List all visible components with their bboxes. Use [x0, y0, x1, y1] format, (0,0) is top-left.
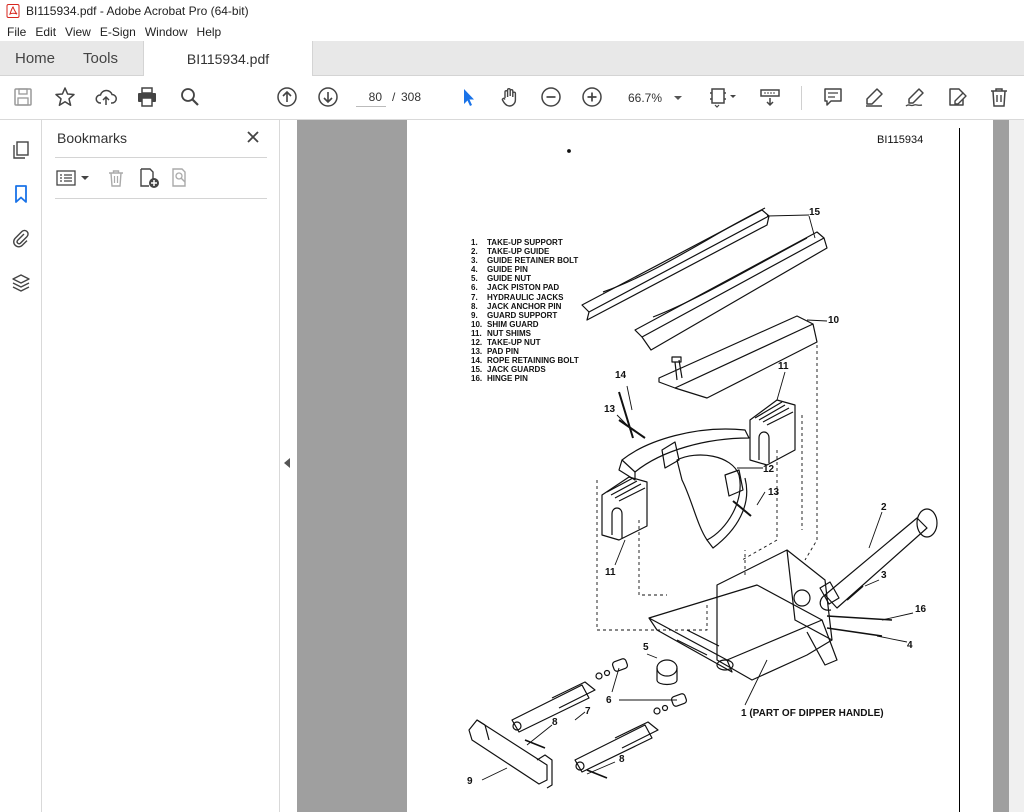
- collapse-arrow-icon: [284, 458, 290, 468]
- callout-7: 7: [585, 706, 591, 717]
- bookmark-options-button[interactable]: [56, 166, 90, 190]
- callout-12: 12: [763, 464, 775, 475]
- edit-pdf-icon[interactable]: [945, 85, 969, 109]
- menu-window[interactable]: Window: [145, 25, 188, 39]
- page-border-line: [959, 128, 960, 812]
- delete-bookmark-icon[interactable]: [106, 166, 126, 190]
- bookmarks-panel: Bookmarks: [42, 120, 280, 812]
- new-bookmark-icon[interactable]: [138, 166, 160, 190]
- tab-tools[interactable]: Tools: [83, 41, 118, 76]
- bookmark-properties-icon[interactable]: [170, 166, 192, 190]
- tab-document[interactable]: BI115934.pdf: [143, 41, 313, 77]
- layers-icon[interactable]: [10, 272, 32, 294]
- hydraulic-jacks-drawing: [511, 681, 659, 773]
- save-icon[interactable]: [11, 85, 35, 109]
- guard-support-drawing: [468, 719, 553, 789]
- bookmarks-panel-title: Bookmarks: [57, 130, 128, 146]
- nut-shims-upper-drawing: [749, 399, 796, 466]
- cloud-upload-icon[interactable]: [94, 85, 118, 109]
- delete-icon[interactable]: [987, 85, 1011, 109]
- acrobat-app-icon: [6, 4, 20, 18]
- bookmarks-icon[interactable]: [10, 183, 32, 205]
- callout-2: 2: [881, 502, 887, 513]
- callout-8-upper: 8: [552, 717, 558, 728]
- sign-pen-icon[interactable]: [903, 85, 927, 109]
- menu-file[interactable]: File: [7, 25, 26, 39]
- total-pages: 308: [401, 90, 422, 104]
- nut-shims-lower-drawing: [601, 476, 648, 541]
- toolbar-divider: [801, 86, 802, 110]
- callout-13-upper: 13: [604, 404, 616, 415]
- menu-view[interactable]: View: [65, 25, 91, 39]
- take-up-guide-drawing: [819, 508, 938, 611]
- page-fit-icon[interactable]: [706, 85, 740, 109]
- comment-icon[interactable]: [821, 85, 845, 109]
- jack-guards-drawing: [581, 207, 828, 351]
- page-thumbnails-icon[interactable]: [10, 139, 32, 161]
- take-up-support-drawing: [648, 549, 838, 681]
- attachments-icon[interactable]: [10, 227, 32, 249]
- callout-16: 16: [915, 604, 927, 615]
- highlight-pen-icon[interactable]: [862, 85, 886, 109]
- menu-bar: File Edit View E-Sign Window Help: [0, 22, 1024, 41]
- select-pointer-icon[interactable]: [457, 85, 481, 109]
- zoom-level-select[interactable]: 66.7%: [622, 87, 688, 109]
- panel-divider: [55, 198, 267, 199]
- callout-10: 10: [828, 315, 840, 326]
- zoom-out-icon[interactable]: [539, 85, 563, 109]
- main-toolbar: / 308 66.7%: [0, 76, 1024, 120]
- hand-tool-icon[interactable]: [498, 85, 522, 109]
- next-page-icon[interactable]: [316, 85, 340, 109]
- page-number-input[interactable]: [356, 87, 386, 107]
- pdf-page: BI115934 1. TAKE-UP SUPPORT 2. TAKE-UP GUI…: [407, 120, 993, 812]
- star-icon[interactable]: [53, 85, 77, 109]
- guide-nut-drawing: [656, 659, 678, 686]
- callout-5: 5: [643, 642, 649, 653]
- callout-6: 6: [606, 695, 612, 706]
- window-title: BI115934.pdf - Adobe Acrobat Pro (64-bit…: [26, 4, 249, 18]
- document-viewer[interactable]: BI115934 1. TAKE-UP SUPPORT 2. TAKE-UP GUI…: [297, 120, 1024, 812]
- page-separator: /: [392, 90, 396, 104]
- menu-help[interactable]: Help: [197, 25, 222, 39]
- callout-1: 1 (PART OF DIPPER HANDLE): [741, 708, 884, 719]
- vertical-scrollbar[interactable]: [1009, 120, 1024, 812]
- zoom-value: 66.7%: [628, 91, 663, 105]
- options-list-icon: [56, 170, 76, 186]
- menu-esign[interactable]: E-Sign: [100, 25, 136, 39]
- zoom-in-icon[interactable]: [580, 85, 604, 109]
- chevron-down-icon: [674, 96, 682, 100]
- shim-guard-drawing: [658, 315, 818, 399]
- search-icon[interactable]: [178, 85, 202, 109]
- chevron-down-icon: [81, 176, 89, 180]
- previous-page-icon[interactable]: [275, 85, 299, 109]
- panel-divider: [55, 157, 267, 158]
- panel-collapse-handle[interactable]: [280, 120, 297, 812]
- callout-9: 9: [467, 776, 473, 787]
- print-icon[interactable]: [135, 85, 159, 109]
- exploded-parts-diagram: 15 10 11 14 13 12 13 11 2 3 16 4 5 6 7 8…: [467, 149, 938, 789]
- callout-8-lower: 8: [619, 754, 625, 765]
- scroll-mode-icon[interactable]: [758, 85, 782, 109]
- callout-15: 15: [809, 207, 821, 218]
- callout-11-lower: 11: [605, 567, 616, 578]
- callout-4: 4: [907, 640, 913, 651]
- tab-bar: Home Tools BI115934.pdf: [0, 41, 1024, 77]
- callout-3: 3: [881, 570, 887, 581]
- tab-home[interactable]: Home: [15, 41, 55, 76]
- callout-13-lower: 13: [768, 487, 780, 498]
- menu-edit[interactable]: Edit: [35, 25, 56, 39]
- navigation-rail: [0, 120, 42, 812]
- close-icon[interactable]: [244, 128, 262, 146]
- callout-11-upper: 11: [778, 361, 789, 372]
- title-bar: BI115934.pdf - Adobe Acrobat Pro (64-bit…: [0, 0, 1024, 22]
- callout-14: 14: [615, 370, 627, 381]
